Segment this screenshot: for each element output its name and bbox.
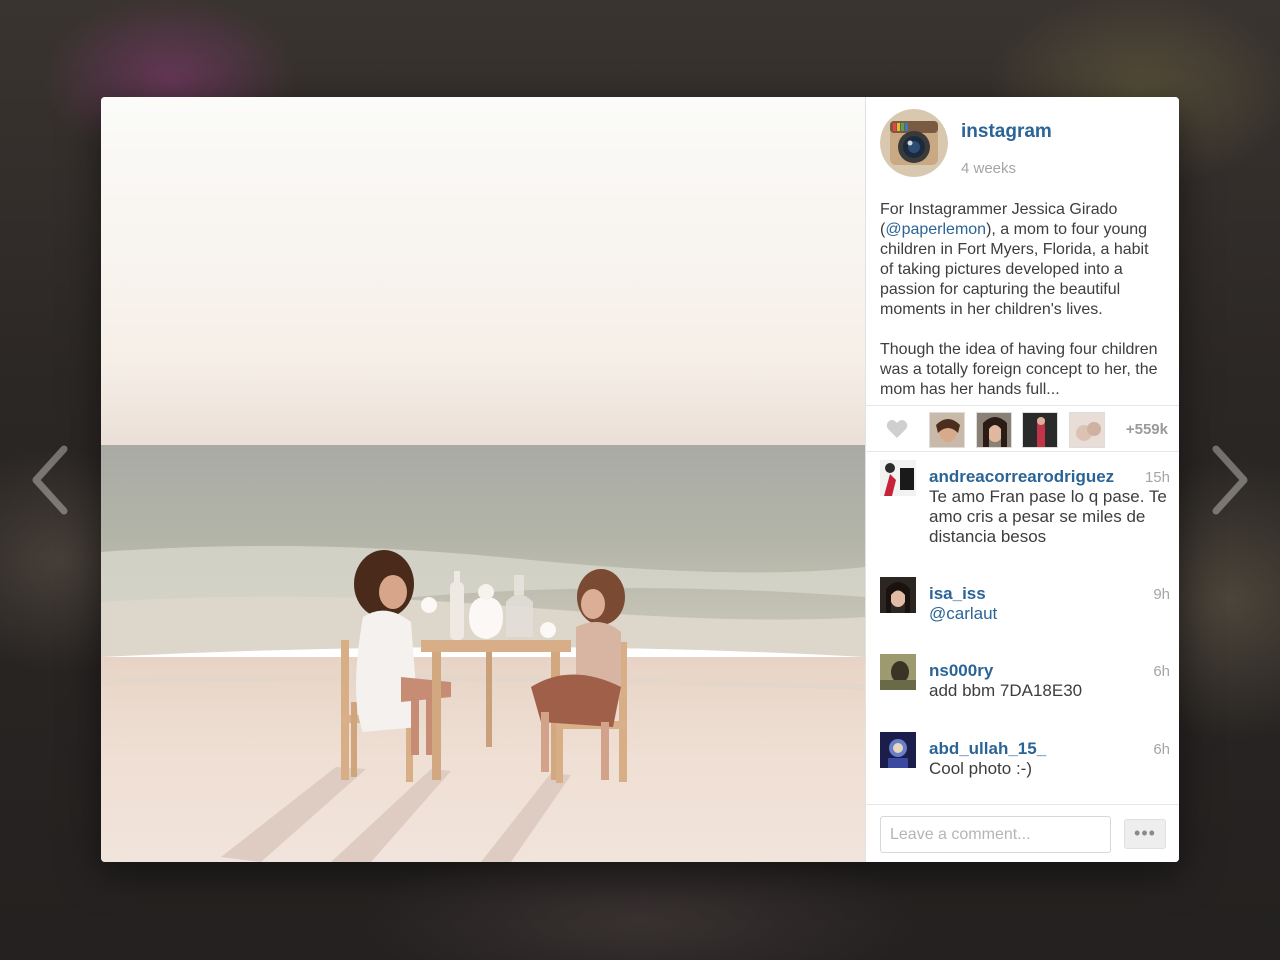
caption-mention-link[interactable]: @paperlemon [885,221,986,238]
previous-photo-button[interactable] [28,445,72,515]
instagram-logo-icon [880,109,948,177]
commenter-avatar[interactable] [880,577,916,613]
comment-mention-link[interactable]: @carlaut [929,604,1179,624]
post-username[interactable]: instagram [961,121,1052,143]
post-photo[interactable] [101,97,865,862]
comment-time: 9h [1153,586,1170,603]
comment-username[interactable]: andreacorrearodriguez [929,467,1114,487]
caption-paragraph: For Instagrammer Jessica Girado (@paperl… [880,200,1166,320]
comment-item: andreacorrearodriguez 15h Te amo Fran pa… [880,460,1170,560]
liker-avatar-3[interactable] [1022,412,1058,448]
liker-avatar-2[interactable] [976,412,1012,448]
comment-text: Te amo Fran pase lo q pase. Te amo cris … [929,487,1167,546]
comment-time: 6h [1153,663,1170,680]
comment-item: isa_iss 9h @carlaut [880,577,1170,637]
likes-bar: +559k [866,405,1179,452]
post-sidebar: instagram 4 weeks For Instagrammer Jessi… [865,97,1179,862]
commenter-avatar[interactable] [880,654,916,690]
comment-time: 15h [1144,469,1170,486]
post-header: instagram 4 weeks [880,109,1170,179]
post-timestamp: 4 weeks [961,160,1017,177]
commenter-avatar[interactable] [880,732,916,768]
comment-username[interactable]: ns000ry [929,661,993,681]
comment-bar: ••• [866,804,1179,862]
liker-avatar-1[interactable] [929,412,965,448]
photo-modal: instagram 4 weeks For Instagrammer Jessi… [101,97,1179,862]
comment-input[interactable] [880,816,1111,853]
comment-username[interactable]: isa_iss [929,584,986,604]
chevron-left-icon [32,445,68,515]
likes-count[interactable]: +559k [1126,421,1168,438]
profile-avatar[interactable] [880,109,948,177]
post-caption: For Instagrammer Jessica Girado (@paperl… [880,200,1166,405]
more-options-button[interactable]: ••• [1124,819,1166,849]
liker-avatar-4[interactable] [1069,412,1105,448]
heart-icon[interactable] [886,419,908,439]
comment-item: ns000ry 6h add bbm 7DA18E30 [880,654,1170,714]
comment-text: add bbm 7DA18E30 [929,681,1083,700]
commenter-avatar[interactable] [880,460,916,496]
comment-username[interactable]: abd_ullah_15_ [929,739,1046,759]
comment-time: 6h [1153,741,1170,758]
comment-text: Cool photo :-) [929,759,1032,778]
next-photo-button[interactable] [1208,445,1252,515]
chevron-right-icon [1212,445,1248,515]
beach-tea-party-image [101,97,865,862]
comment-item: abd_ullah_15_ 6h Cool photo :-) [880,732,1170,792]
comments-list[interactable]: andreacorrearodriguez 15h Te amo Fran pa… [866,452,1179,804]
caption-paragraph: Though the idea of having four children … [880,341,1158,398]
